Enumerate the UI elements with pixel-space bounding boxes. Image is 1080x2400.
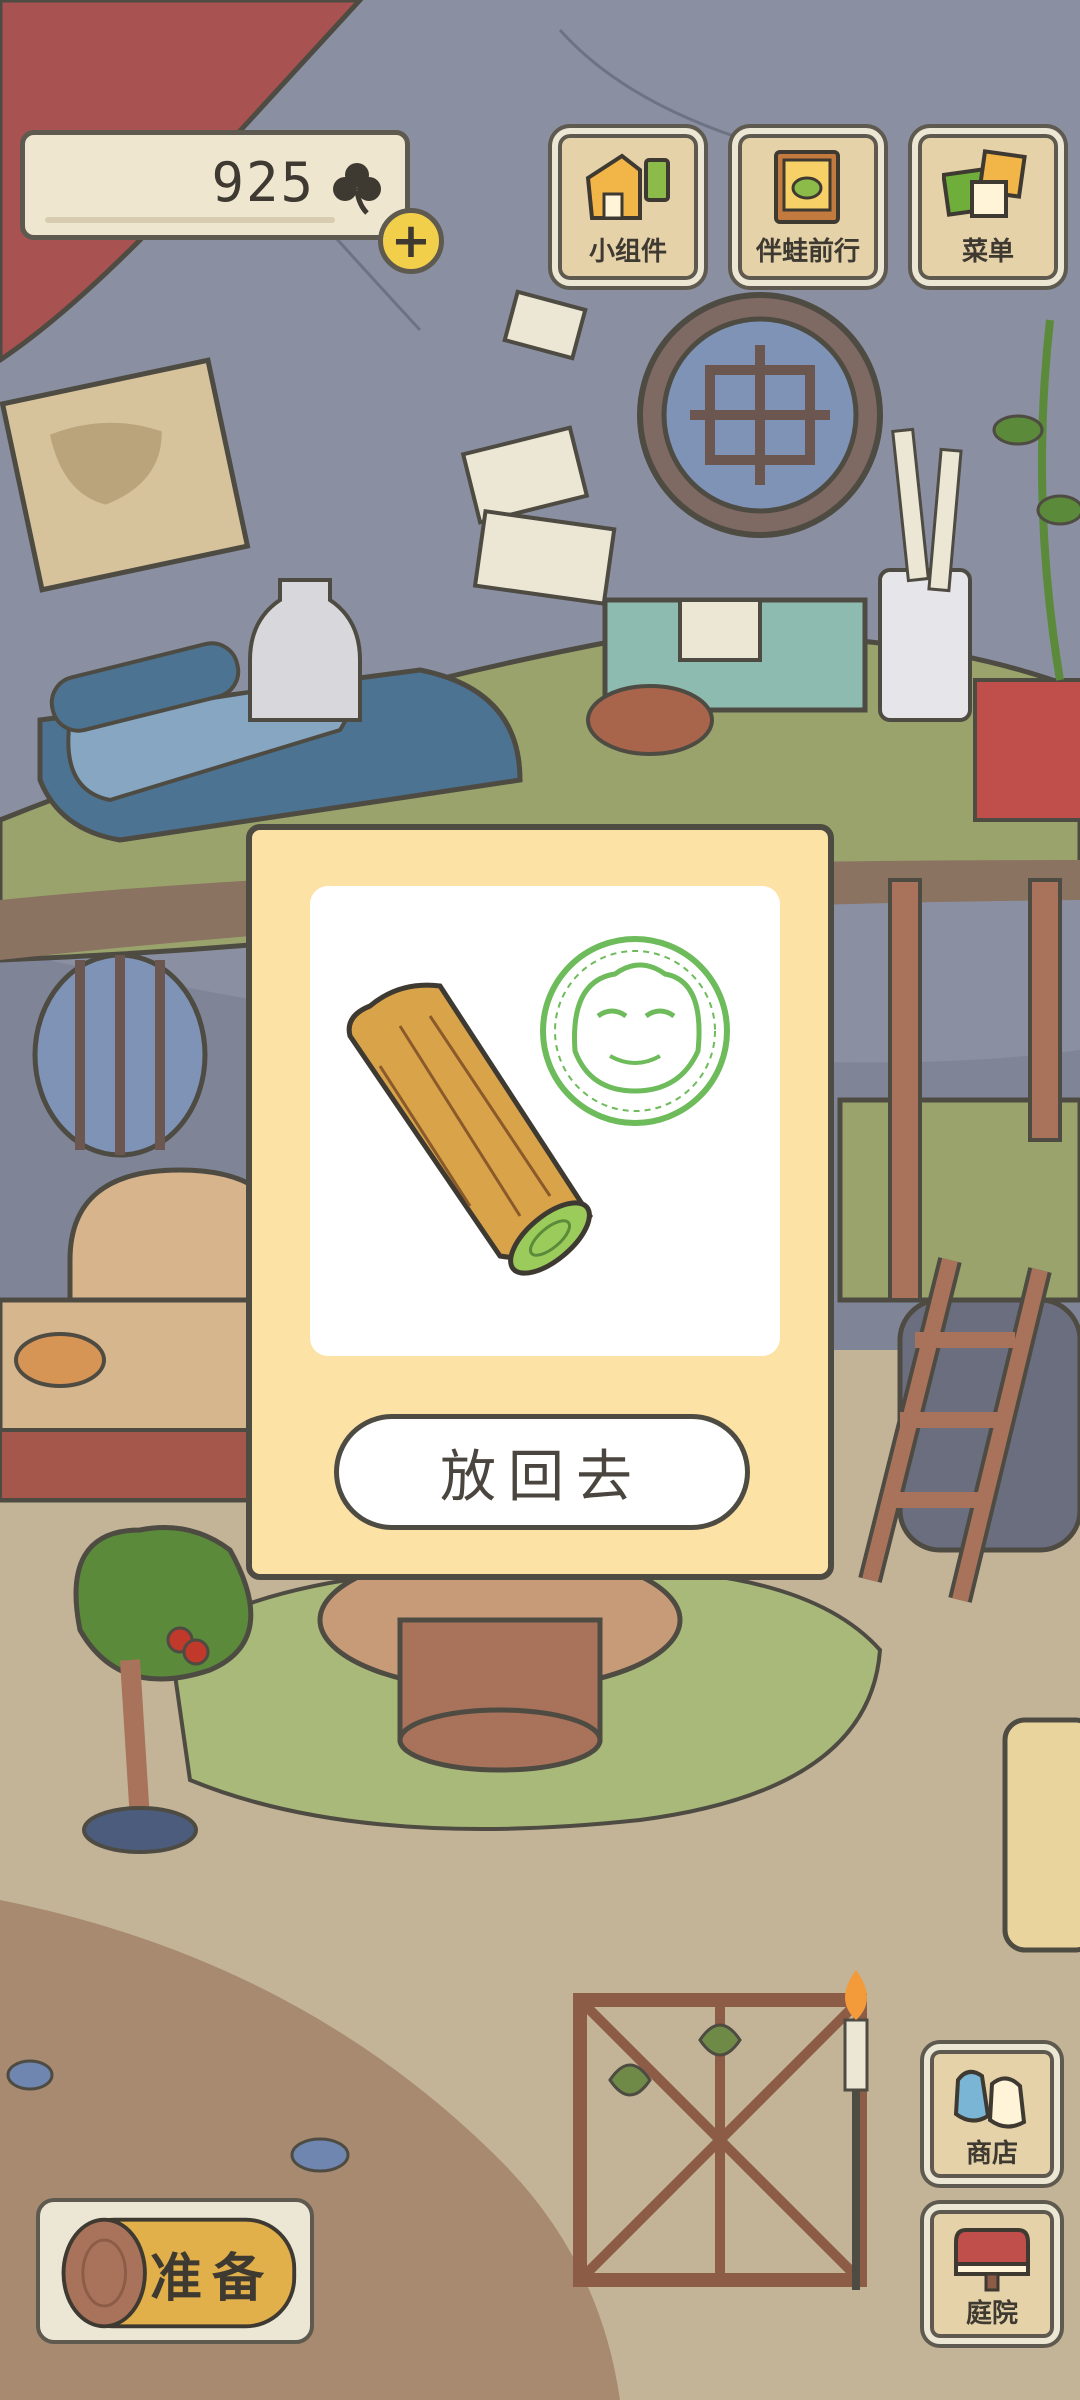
ready-button[interactable]: 准备	[36, 2198, 314, 2344]
yard-label: 庭院	[965, 2299, 1018, 2329]
frog-book-icon	[774, 150, 840, 224]
frog-journey-label: 伴蛙前行	[755, 237, 860, 267]
widget-button[interactable]: 小组件	[552, 128, 704, 286]
clover-count: 925	[211, 151, 315, 214]
widget-icon	[585, 153, 670, 220]
clover-icon	[333, 163, 381, 215]
menu-button[interactable]: 菜单	[912, 128, 1064, 286]
log-item-icon	[346, 982, 593, 1276]
add-clover-button[interactable]: +	[378, 208, 444, 274]
shop-label: 商店	[965, 2139, 1018, 2169]
frog-journey-button[interactable]: 伴蛙前行	[732, 128, 884, 286]
clover-counter: 925	[20, 130, 410, 240]
shop-bags-icon	[953, 2069, 1027, 2129]
item-card	[310, 886, 780, 1356]
menu-cards-icon	[942, 149, 1027, 218]
put-back-button[interactable]: 放回去	[334, 1414, 750, 1530]
plus-icon: +	[390, 213, 432, 269]
shop-button[interactable]: 商店	[924, 2044, 1060, 2184]
counter-underline	[45, 217, 335, 223]
yard-button[interactable]: 庭院	[924, 2204, 1060, 2344]
widget-label: 小组件	[588, 237, 667, 267]
menu-label: 菜单	[961, 237, 1014, 267]
frog-stamp-icon	[540, 936, 730, 1126]
item-dialog: 放回去	[246, 824, 834, 1580]
yard-mailbox-icon	[954, 2228, 1030, 2292]
ready-label: 准备	[150, 2249, 275, 2309]
